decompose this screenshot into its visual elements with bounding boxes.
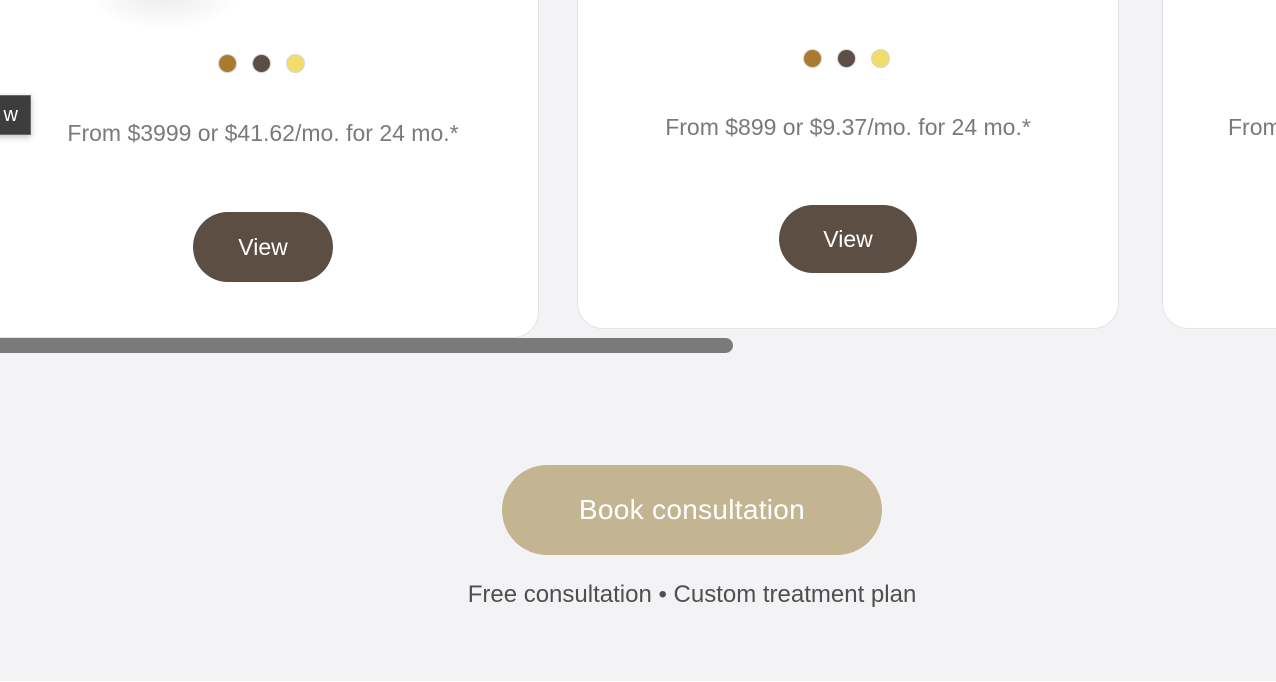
consultation-benefits-text: Free consultation • Custom treatment pla… <box>467 581 917 608</box>
color-swatches <box>218 54 305 73</box>
color-swatch-yellow[interactable] <box>871 49 890 68</box>
product-price: From $899 or $9.37/mo. for 24 mo.* <box>665 114 1031 140</box>
color-swatch-brown[interactable] <box>252 54 271 73</box>
color-swatch-brown[interactable] <box>837 49 856 68</box>
page: From $3999 or $41.62/mo. for 24 mo.* Vie… <box>0 0 1276 682</box>
product-card <box>1162 0 1276 329</box>
color-swatch-gold[interactable] <box>803 49 822 68</box>
carousel-scrollbar-thumb[interactable] <box>0 338 733 353</box>
product-card <box>0 0 539 338</box>
view-button[interactable]: View <box>779 205 917 273</box>
product-price: From $3999 or $41.62/mo. for 24 mo.* <box>67 120 459 146</box>
color-swatch-yellow[interactable] <box>286 54 305 73</box>
color-swatches <box>803 49 890 68</box>
color-swatch-gold[interactable] <box>218 54 237 73</box>
view-button[interactable]: View <box>193 212 333 282</box>
product-price: From <box>1228 114 1276 140</box>
tooltip: w <box>0 95 31 135</box>
book-consultation-button[interactable]: Book consultation <box>502 465 882 555</box>
